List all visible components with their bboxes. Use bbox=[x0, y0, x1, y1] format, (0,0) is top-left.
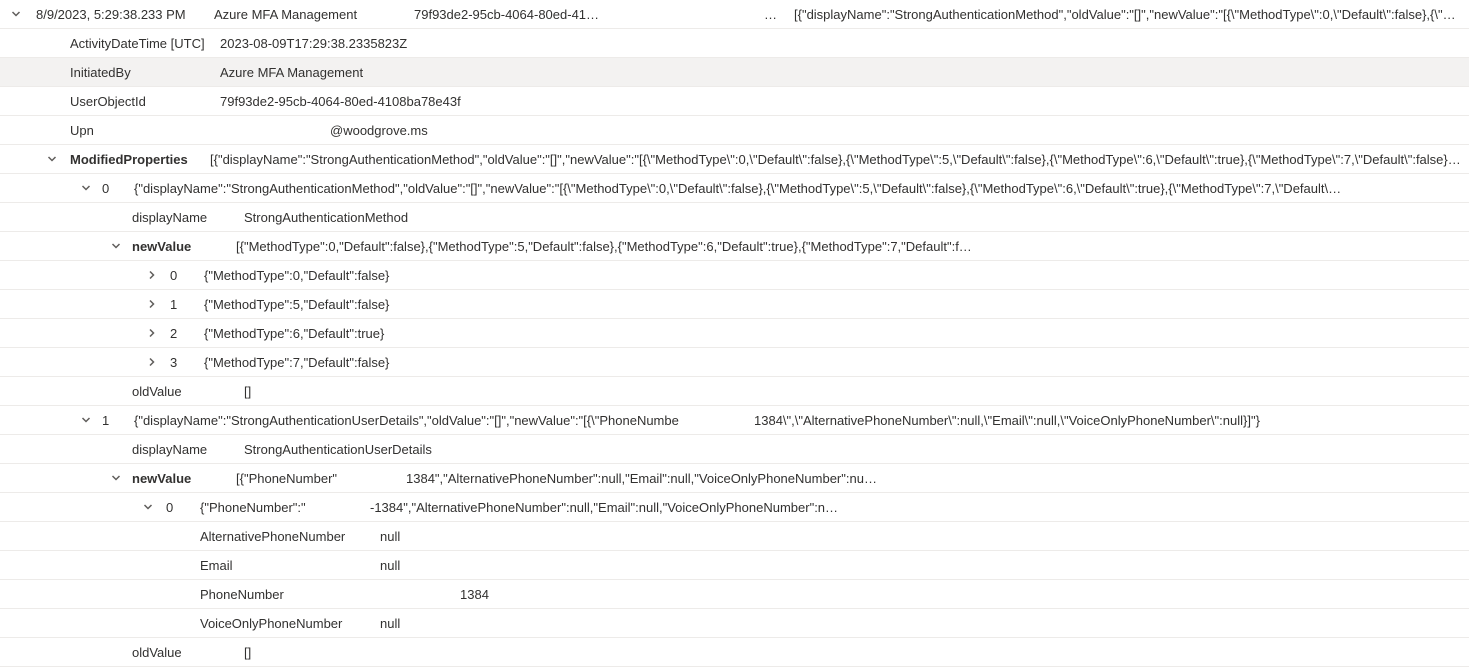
field-label: VoiceOnlyPhoneNumber bbox=[200, 616, 380, 631]
chevron-down-icon[interactable] bbox=[78, 180, 94, 196]
item-value: {"MethodType":5,"Default":false} bbox=[204, 297, 397, 312]
summary-right: 1384\",\"AlternativePhoneNumber\":null,\… bbox=[754, 413, 1469, 428]
chevron-down-icon[interactable] bbox=[108, 238, 124, 254]
prop1-item0-altphone: AlternativePhoneNumber null bbox=[0, 522, 1469, 551]
item-value: {"MethodType":7,"Default":false} bbox=[204, 355, 397, 370]
index-label: 1 bbox=[94, 413, 134, 428]
chevron-right-icon[interactable] bbox=[144, 296, 160, 312]
prop1-oldvalue-row: oldValue [] bbox=[0, 638, 1469, 667]
prop0-newvalue-item-1[interactable]: 1 {"MethodType":5,"Default":false} bbox=[0, 290, 1469, 319]
json-preview: [{"displayName":"StrongAuthenticationMet… bbox=[794, 7, 1469, 22]
ellipsis: … bbox=[764, 7, 794, 22]
field-value: null bbox=[380, 558, 408, 573]
property-1-row[interactable]: 1 {"displayName":"StrongAuthenticationUs… bbox=[0, 406, 1469, 435]
chevron-down-icon[interactable] bbox=[140, 499, 156, 515]
summary-left: {"PhoneNumber":" bbox=[200, 500, 370, 515]
index-label: 1 bbox=[160, 297, 204, 312]
field-value: Azure MFA Management bbox=[220, 65, 371, 80]
summary-right: -1384","AlternativePhoneNumber":null,"Em… bbox=[370, 500, 1469, 515]
summary-right: 1384","AlternativePhoneNumber":null,"Ema… bbox=[406, 471, 1469, 486]
field-value: [] bbox=[244, 384, 259, 399]
chevron-down-icon[interactable] bbox=[78, 412, 94, 428]
prop0-newvalue-item-2[interactable]: 2 {"MethodType":6,"Default":true} bbox=[0, 319, 1469, 348]
detail-row-upn: Upn @woodgrove.ms bbox=[0, 116, 1469, 145]
summary-left: {"displayName":"StrongAuthenticationUser… bbox=[134, 413, 754, 428]
chevron-down-icon[interactable] bbox=[44, 151, 60, 167]
field-label: ActivityDateTime [UTC] bbox=[70, 36, 220, 51]
property-0-row[interactable]: 0 {"displayName":"StrongAuthenticationMe… bbox=[0, 174, 1469, 203]
prop1-item0-phone: PhoneNumber 1384 bbox=[0, 580, 1469, 609]
prop0-newvalue-row[interactable]: newValue [{"MethodType":0,"Default":fals… bbox=[0, 232, 1469, 261]
field-label: newValue bbox=[124, 239, 236, 254]
prop0-newvalue-item-3[interactable]: 3 {"MethodType":7,"Default":false} bbox=[0, 348, 1469, 377]
field-value: null bbox=[380, 616, 408, 631]
field-value: null bbox=[380, 529, 408, 544]
field-label: UserObjectId bbox=[70, 94, 220, 109]
field-label: displayName bbox=[132, 210, 244, 225]
field-label: newValue bbox=[124, 471, 236, 486]
modified-properties-row[interactable]: ModifiedProperties [{"displayName":"Stro… bbox=[0, 145, 1469, 174]
field-label: ModifiedProperties bbox=[60, 152, 210, 167]
field-label: PhoneNumber bbox=[200, 587, 380, 602]
prop1-item0-voiceonly: VoiceOnlyPhoneNumber null bbox=[0, 609, 1469, 638]
item-value: {"MethodType":0,"Default":false} bbox=[204, 268, 397, 283]
field-value: StrongAuthenticationUserDetails bbox=[244, 442, 440, 457]
object-id: 79f93de2-95cb-4064-80ed-41… bbox=[414, 7, 764, 22]
field-label: displayName bbox=[132, 442, 244, 457]
summary: [{"MethodType":0,"Default":false},{"Meth… bbox=[236, 239, 1469, 254]
detail-row-initiatedby: InitiatedBy Azure MFA Management bbox=[0, 58, 1469, 87]
chevron-down-icon[interactable] bbox=[8, 6, 24, 22]
detail-row-userobjectid: UserObjectId 79f93de2-95cb-4064-80ed-410… bbox=[0, 87, 1469, 116]
field-label: Email bbox=[200, 558, 380, 573]
field-value: [{"displayName":"StrongAuthenticationMet… bbox=[210, 152, 1469, 167]
field-value: @woodgrove.ms bbox=[220, 123, 436, 138]
prop0-displayname-row: displayName StrongAuthenticationMethod bbox=[0, 203, 1469, 232]
field-label: oldValue bbox=[132, 384, 244, 399]
summary-left: [{"PhoneNumber" bbox=[236, 471, 406, 486]
log-summary-row[interactable]: 8/9/2023, 5:29:38.233 PM Azure MFA Manag… bbox=[0, 0, 1469, 29]
field-value: 2023-08-09T17:29:38.2335823Z bbox=[220, 36, 415, 51]
field-label: AlternativePhoneNumber bbox=[200, 529, 380, 544]
field-value: 1384 bbox=[380, 587, 497, 602]
field-value: StrongAuthenticationMethod bbox=[244, 210, 416, 225]
index-label: 3 bbox=[160, 355, 204, 370]
chevron-right-icon[interactable] bbox=[144, 267, 160, 283]
index-label: 0 bbox=[160, 268, 204, 283]
field-label: Upn bbox=[70, 123, 220, 138]
field-label: InitiatedBy bbox=[70, 65, 220, 80]
prop1-item0-email: Email null bbox=[0, 551, 1469, 580]
prop0-oldvalue-row: oldValue [] bbox=[0, 377, 1469, 406]
index-label: 2 bbox=[160, 326, 204, 341]
prop0-newvalue-item-0[interactable]: 0 {"MethodType":0,"Default":false} bbox=[0, 261, 1469, 290]
summary: {"displayName":"StrongAuthenticationMeth… bbox=[134, 181, 1469, 196]
field-label: oldValue bbox=[132, 645, 244, 660]
detail-row-activitydatetime: ActivityDateTime [UTC] 2023-08-09T17:29:… bbox=[0, 29, 1469, 58]
service-name: Azure MFA Management bbox=[214, 7, 414, 22]
field-value: 79f93de2-95cb-4064-80ed-4108ba78e43f bbox=[220, 94, 469, 109]
field-value: [] bbox=[244, 645, 259, 660]
prop1-newvalue-item-0[interactable]: 0 {"PhoneNumber":" -1384","AlternativePh… bbox=[0, 493, 1469, 522]
index-label: 0 bbox=[94, 181, 134, 196]
chevron-right-icon[interactable] bbox=[144, 354, 160, 370]
timestamp: 8/9/2023, 5:29:38.233 PM bbox=[24, 7, 214, 22]
chevron-right-icon[interactable] bbox=[144, 325, 160, 341]
prop1-displayname-row: displayName StrongAuthenticationUserDeta… bbox=[0, 435, 1469, 464]
item-value: {"MethodType":6,"Default":true} bbox=[204, 326, 392, 341]
index-label: 0 bbox=[156, 500, 200, 515]
chevron-down-icon[interactable] bbox=[108, 470, 124, 486]
prop1-newvalue-row[interactable]: newValue [{"PhoneNumber" 1384","Alternat… bbox=[0, 464, 1469, 493]
